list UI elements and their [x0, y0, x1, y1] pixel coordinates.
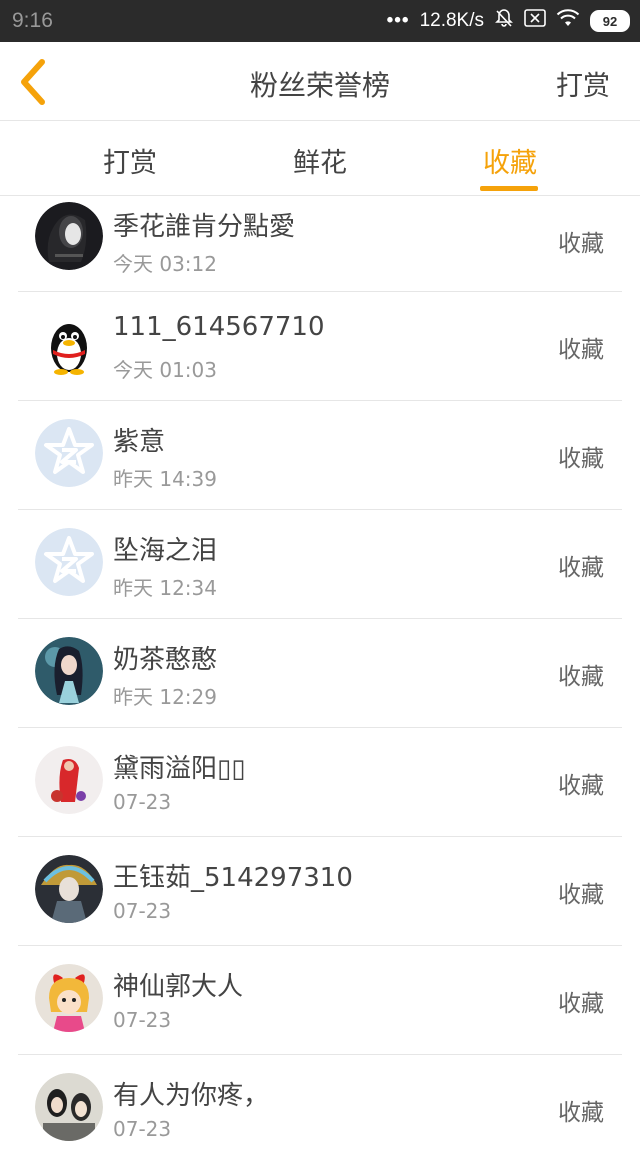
list-item[interactable]: 王钰茹_514297310 07-23 收藏 — [18, 837, 622, 946]
favorite-label: 收藏 — [558, 337, 604, 363]
fan-time: 昨天 12:29 — [113, 685, 217, 709]
active-tab-indicator — [480, 186, 538, 191]
battery-icon: 92 — [590, 10, 630, 32]
reward-button[interactable]: 打赏 — [556, 64, 610, 103]
avatar — [35, 202, 103, 270]
fan-name: 坠海之泪 — [113, 536, 218, 566]
status-dots: ••• — [386, 10, 410, 31]
page-title: 粉丝荣誉榜 — [249, 69, 390, 102]
status-time: 9:16 — [12, 9, 53, 32]
fan-name: 111_614567710 — [113, 312, 325, 342]
fan-time: 07-23 — [113, 790, 172, 814]
fan-name: 有人为你疼， — [113, 1081, 270, 1111]
avatar — [35, 855, 103, 923]
status-right: ••• 12.8K/s 92 — [387, 8, 630, 34]
fan-name: 奶茶憨憨 — [113, 645, 218, 675]
avatar — [35, 746, 103, 814]
fan-name: 王钰茹_514297310 — [113, 863, 353, 893]
fan-time: 昨天 12:34 — [113, 576, 217, 600]
favorite-label: 收藏 — [558, 991, 604, 1017]
tab-flowers[interactable]: 鲜花 — [260, 141, 380, 180]
default-avatar-star-icon — [35, 419, 103, 487]
avatar — [35, 419, 103, 487]
list-item[interactable]: 111_614567710 今天 01:03 收藏 — [18, 292, 622, 401]
fan-name: 黛雨溢阳▯▯ — [113, 754, 246, 784]
fan-time: 今天 01:03 — [113, 358, 217, 382]
favorite-label: 收藏 — [558, 231, 604, 257]
mute-bell-icon — [494, 8, 514, 34]
qq-penguin-icon — [35, 310, 103, 378]
tab-reward[interactable]: 打赏 — [70, 141, 190, 180]
header-bar: 粉丝荣誉榜 打赏 — [0, 42, 640, 121]
avatar — [35, 637, 103, 705]
avatar — [35, 528, 103, 596]
fan-time: 昨天 14:39 — [113, 467, 217, 491]
avatar — [35, 1073, 103, 1141]
fan-name: 神仙郭大人 — [113, 972, 244, 1002]
list-item[interactable]: 奶茶憨憨 昨天 12:29 收藏 — [18, 619, 622, 728]
fan-list: 季花誰肯分點愛 今天 03:12 收藏 111_614567710 今天 01:… — [18, 196, 622, 1163]
list-item[interactable]: 紫意 昨天 14:39 收藏 — [18, 401, 622, 510]
list-item[interactable]: 季花誰肯分點愛 今天 03:12 收藏 — [18, 196, 622, 292]
list-item[interactable]: 黛雨溢阳▯▯ 07-23 收藏 — [18, 728, 622, 837]
status-bar: 9:16 ••• 12.8K/s 92 — [0, 0, 640, 42]
list-item[interactable]: 有人为你疼， 07-23 收藏 — [18, 1055, 622, 1163]
favorite-label: 收藏 — [558, 664, 604, 690]
network-speed: 12.8K/s — [419, 10, 484, 31]
avatar — [35, 964, 103, 1032]
favorite-label: 收藏 — [558, 773, 604, 799]
favorite-label: 收藏 — [558, 882, 604, 908]
avatar — [35, 310, 103, 378]
favorite-label: 收藏 — [558, 1100, 604, 1126]
fan-time: 07-23 — [113, 1117, 172, 1141]
fan-name: 紫意 — [113, 427, 166, 457]
sim-off-icon — [524, 9, 546, 33]
tab-bar: 打赏 鲜花 收藏 — [0, 121, 640, 196]
fan-name: 季花誰肯分點愛 — [113, 212, 296, 242]
favorite-label: 收藏 — [558, 446, 604, 472]
tab-favorites[interactable]: 收藏 — [450, 141, 570, 180]
fan-time: 07-23 — [113, 899, 172, 923]
wifi-icon — [556, 9, 580, 33]
fan-time: 今天 03:12 — [113, 252, 217, 276]
fan-time: 07-23 — [113, 1008, 172, 1032]
list-item[interactable]: 神仙郭大人 07-23 收藏 — [18, 946, 622, 1055]
favorite-label: 收藏 — [558, 555, 604, 581]
list-item[interactable]: 坠海之泪 昨天 12:34 收藏 — [18, 510, 622, 619]
default-avatar-star-icon — [35, 528, 103, 596]
